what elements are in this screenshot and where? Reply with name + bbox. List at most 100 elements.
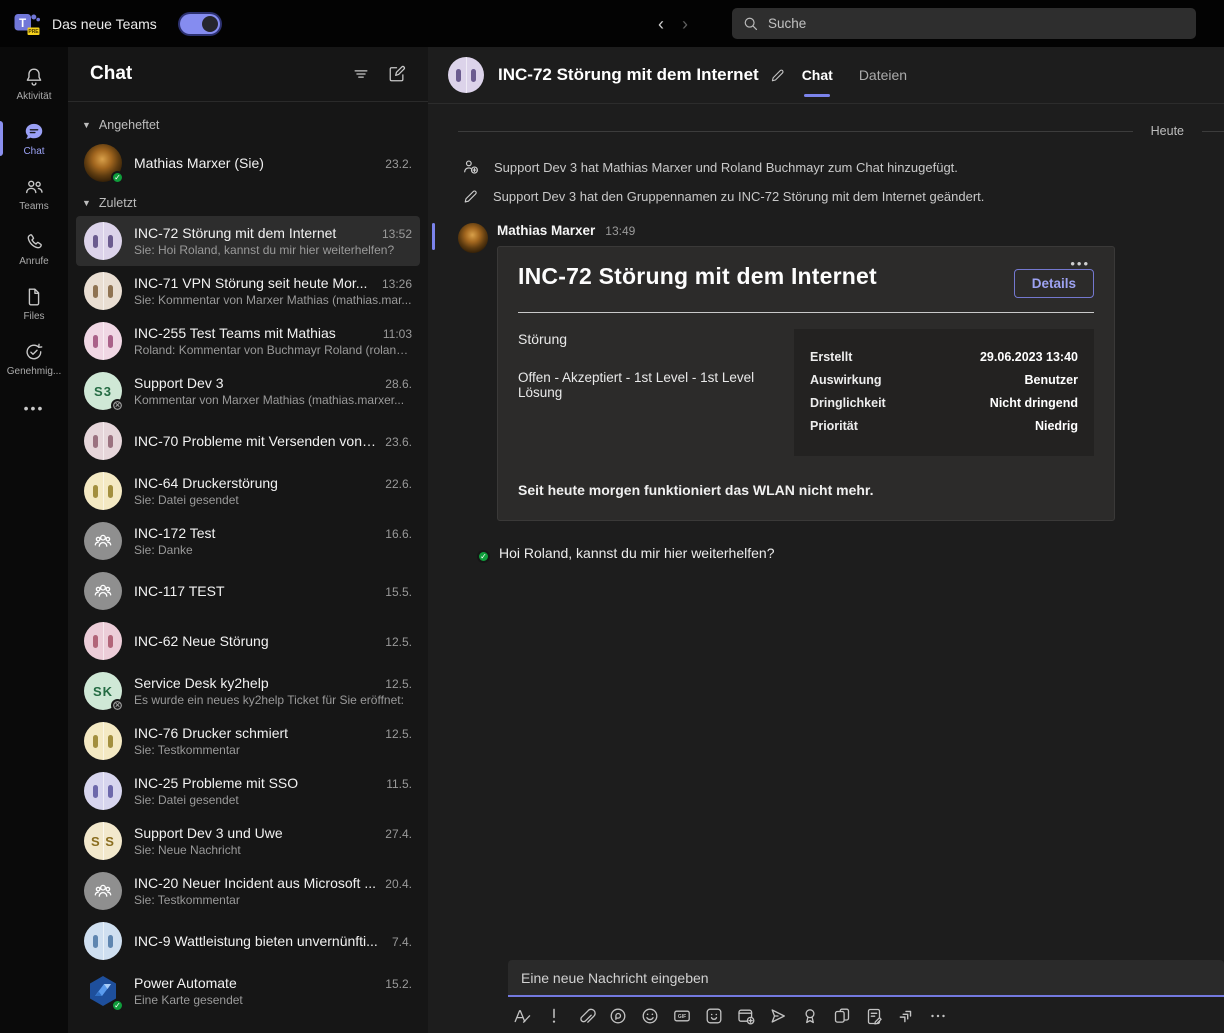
chat-list-item[interactable]: S3 Support Dev 3 28.6. Kommentar von Mar… (76, 366, 420, 416)
message-text: Hoi Roland, kannst du mir hier weiterhel… (499, 545, 1115, 561)
panel-title: Chat (90, 63, 334, 85)
gif-icon[interactable]: GIF (672, 1006, 692, 1026)
system-message-text: Support Dev 3 hat Mathias Marxer und Rol… (494, 160, 958, 175)
sidebar-item-activity[interactable]: Aktivität (0, 58, 68, 111)
search-bar[interactable] (732, 8, 1196, 39)
system-message-text: Support Dev 3 hat den Gruppennamen zu IN… (493, 189, 984, 204)
chat-list-item[interactable]: INC-72 Störung mit dem Internet 13:52 Si… (76, 216, 420, 266)
new-chat-icon[interactable] (388, 65, 406, 83)
title-bar: T PRE Das neue Teams ‹ › (0, 0, 1224, 47)
approvals-form-icon[interactable] (864, 1006, 884, 1026)
sidebar-item-files[interactable]: Files (0, 278, 68, 331)
rename-pencil-icon[interactable] (769, 67, 786, 84)
send-later-icon[interactable] (768, 1006, 788, 1026)
tab-chat[interactable]: Chat (802, 47, 833, 103)
app-title: Das neue Teams (52, 16, 157, 32)
forward-icon[interactable]: › (682, 15, 688, 33)
field-label: Auswirkung (810, 373, 882, 387)
message-input[interactable] (521, 970, 1211, 986)
chat-title: INC-117 TEST (134, 583, 377, 599)
chat-list-item[interactable]: INC-25 Probleme mit SSO 11.5. Sie: Datei… (76, 766, 420, 816)
chat-list-item[interactable]: S S Support Dev 3 und Uwe 27.4. Sie: Neu… (76, 816, 420, 866)
section-label: Zuletzt (99, 196, 137, 210)
chat-list-item[interactable]: INC-64 Druckerstörung 22.6. Sie: Datei g… (76, 466, 420, 516)
chat-list-item[interactable]: Power Automate 15.2. Eine Karte gesendet (76, 966, 420, 1016)
field-label: Dringlichkeit (810, 396, 886, 410)
chat-title: INC-71 VPN Störung seit heute Mor... (134, 275, 374, 291)
chat-time: 15.5. (385, 585, 412, 599)
back-icon[interactable]: ‹ (658, 15, 664, 33)
message-area: Heute Support Dev 3 hat Mathias Marxer u… (428, 104, 1224, 1033)
more-icon[interactable] (928, 1006, 948, 1026)
bell-icon (23, 66, 45, 88)
sender-name: Mathias Marxer (497, 223, 595, 238)
importance-icon[interactable] (544, 1006, 564, 1026)
chat-list-item[interactable]: INC-76 Drucker schmiert 12.5. Sie: Testk… (76, 716, 420, 766)
sidebar-item-chat[interactable]: Chat (0, 113, 68, 166)
chat-list-item[interactable]: INC-9 Wattleistung bieten unvernünfti...… (76, 916, 420, 966)
loop-icon[interactable] (608, 1006, 628, 1026)
chat-title: INC-255 Test Teams mit Mathias (134, 325, 375, 341)
phone-icon (23, 231, 45, 253)
chat-time: 7.4. (392, 935, 412, 949)
chat-list-item[interactable]: SK Service Desk ky2help 12.5. Es wurde e… (76, 666, 420, 716)
composer: GIF (458, 960, 1224, 1033)
message-input-box[interactable] (508, 960, 1224, 997)
sidebar-item-teams[interactable]: Teams (0, 168, 68, 221)
pencil-icon (462, 188, 479, 205)
avatar (84, 622, 122, 660)
chat-list-item[interactable]: INC-255 Test Teams mit Mathias 11:03 Rol… (76, 316, 420, 366)
card-more-icon[interactable]: ••• (1070, 261, 1090, 267)
rail-more-icon[interactable]: ••• (24, 400, 45, 416)
chat-title: INC-25 Probleme mit SSO (134, 775, 378, 791)
tab-files[interactable]: Dateien (859, 47, 907, 103)
field-value: 29.06.2023 13:40 (980, 350, 1078, 364)
avatar: S S (84, 822, 122, 860)
chat-title: Power Automate (134, 975, 377, 991)
section-header-recent[interactable]: ▼ Zuletzt (68, 188, 428, 216)
filter-icon[interactable] (352, 65, 370, 83)
chat-list-item[interactable]: INC-62 Neue Störung 12.5. (76, 616, 420, 666)
chat-title: Support Dev 3 (134, 375, 377, 391)
search-input[interactable] (768, 16, 1186, 31)
details-button[interactable]: Details (1014, 269, 1094, 298)
ticket-status: Offen - Akzeptiert - 1st Level - 1st Lev… (518, 370, 794, 400)
chat-list-item[interactable]: Mathias Marxer (Sie) 23.2. (76, 138, 420, 188)
avatar (84, 222, 122, 260)
field-label: Priorität (810, 419, 858, 433)
updates-icon[interactable] (896, 1006, 916, 1026)
sidebar-item-approvals[interactable]: Genehmig... (0, 333, 68, 386)
video-request-icon[interactable] (736, 1006, 756, 1026)
attach-icon[interactable] (576, 1006, 596, 1026)
chat-list-item[interactable]: INC-117 TEST 15.5. (76, 566, 420, 616)
toggle-knob (202, 16, 218, 32)
svg-text:GIF: GIF (678, 1014, 686, 1020)
chat-time: 12.5. (385, 727, 412, 741)
chat-list-item[interactable]: INC-20 Neuer Incident aus Microsoft ... … (76, 866, 420, 916)
presence-badge (111, 171, 124, 184)
pages-icon[interactable] (832, 1006, 852, 1026)
chat-time: 23.6. (385, 435, 412, 449)
avatar (84, 922, 122, 960)
chat-time: 22.6. (385, 477, 412, 491)
section-header-pinned[interactable]: ▼ Angeheftet (68, 110, 428, 138)
new-teams-toggle[interactable] (180, 14, 220, 34)
chat-list-panel: Chat ▼ Angeheftet (68, 47, 428, 1033)
chat-list-item[interactable]: INC-172 Test 16.6. Sie: Danke (76, 516, 420, 566)
format-icon[interactable] (512, 1006, 532, 1026)
ticket-type: Störung (518, 331, 794, 347)
praise-icon[interactable] (800, 1006, 820, 1026)
chat-preview: Sie: Datei gesendet (134, 493, 412, 507)
sidebar-item-calls[interactable]: Anrufe (0, 223, 68, 276)
chat-list-item[interactable]: INC-70 Probleme mit Versenden von ... 23… (76, 416, 420, 466)
teams-logo-icon: T PRE (13, 10, 41, 38)
presence-badge (477, 550, 490, 563)
sticker-icon[interactable] (704, 1006, 724, 1026)
chat-time: 11:03 (383, 327, 412, 341)
section-label: Angeheftet (99, 118, 159, 132)
emoji-icon[interactable] (640, 1006, 660, 1026)
chat-list-item[interactable]: INC-71 VPN Störung seit heute Mor... 13:… (76, 266, 420, 316)
message: Mathias Marxer 13:49 INC-72 Störung mit … (458, 223, 1224, 561)
chevron-down-icon: ▼ (82, 120, 91, 130)
avatar (84, 872, 122, 910)
